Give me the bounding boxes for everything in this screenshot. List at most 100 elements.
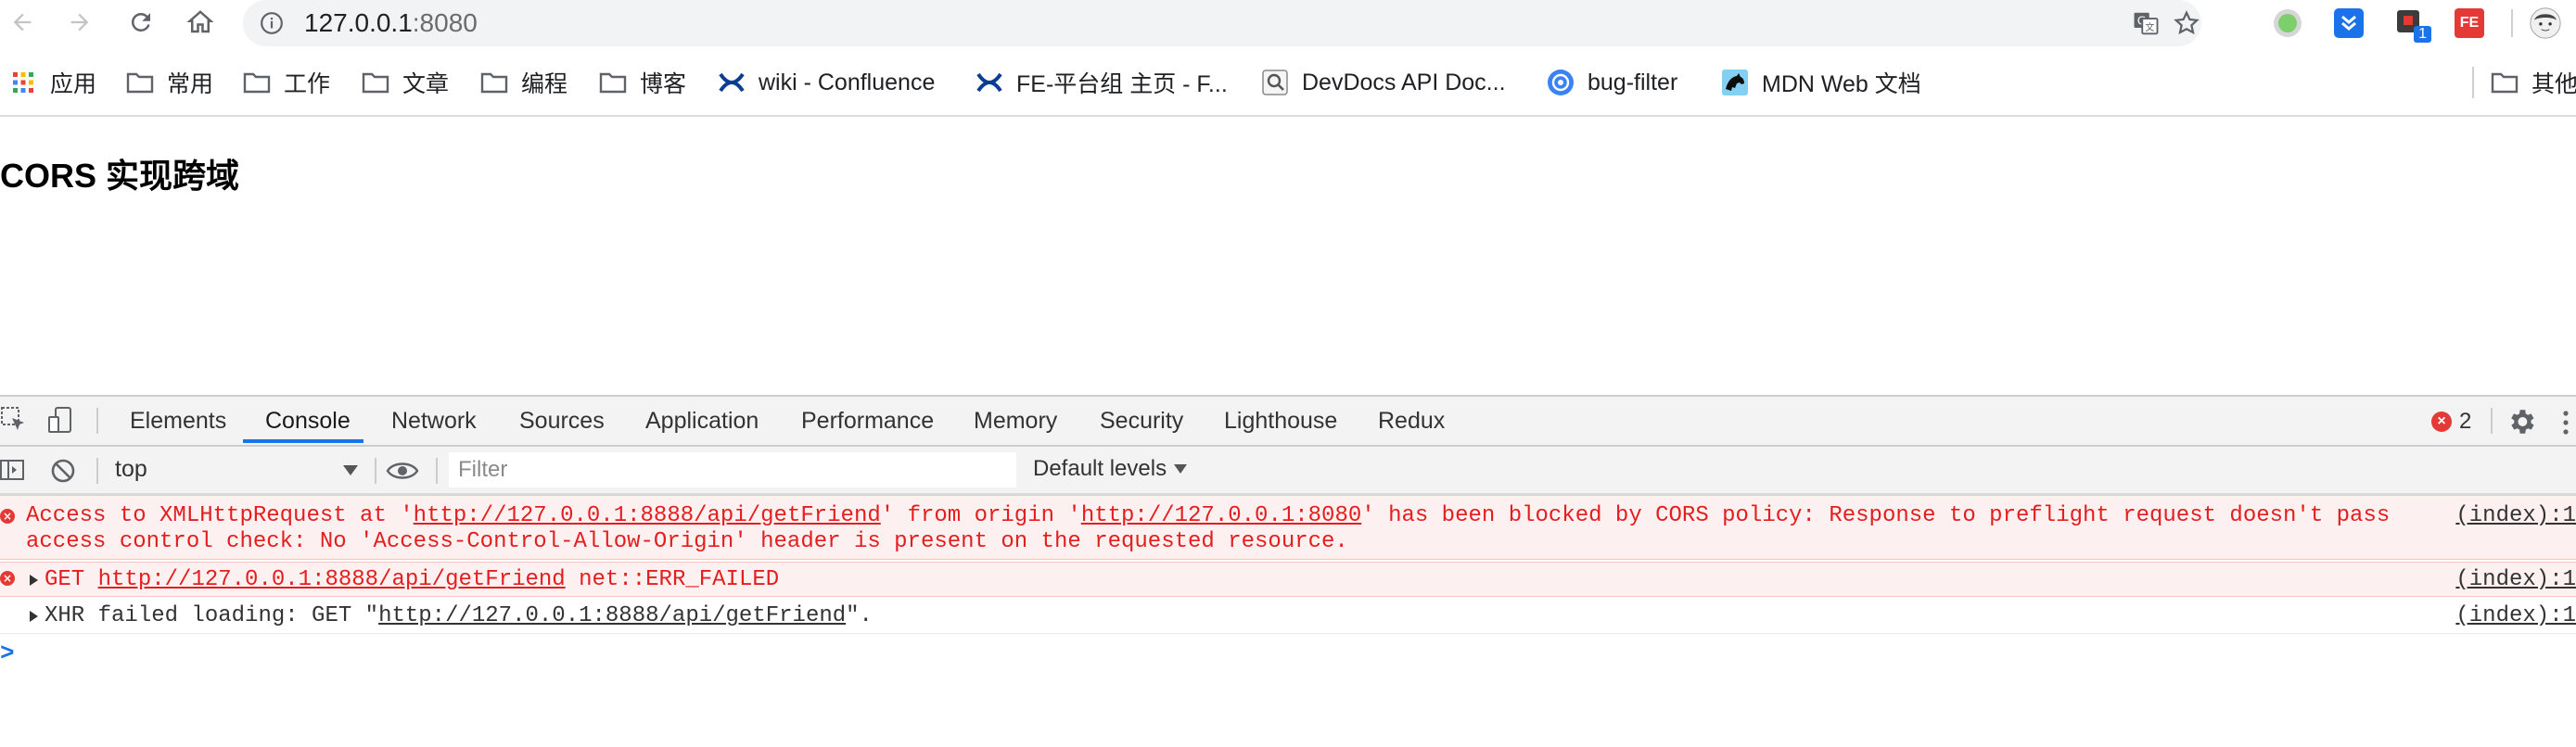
block-icon [51,459,75,483]
extension-blue-download[interactable] [2333,7,2365,39]
info-icon[interactable] [260,11,284,35]
request-url-link[interactable]: http://127.0.0.1:8888/api/getFriend [98,567,566,592]
http-method: GET [45,567,85,592]
error-line: GET http://127.0.0.1:8888/api/getFriend … [45,567,779,593]
tab-redux[interactable]: Redux [1378,397,1445,445]
tab-bar-separator [96,408,98,434]
inspect-icon [1,407,24,430]
devtools-tab-bar: Elements Console Network Sources Applica… [0,397,2576,447]
device-toolbar-button[interactable] [46,406,76,436]
source-link[interactable]: (index):1 [2455,603,2576,628]
confluence-icon [976,69,1003,96]
source-link[interactable]: (index):1 [2455,503,2576,528]
error-counter[interactable]: × 2 [2431,408,2471,436]
console-error-message[interactable]: × GET http://127.0.0.1:8888/api/getFrien… [0,562,2576,597]
clear-console-button[interactable] [50,458,76,484]
console-log-message[interactable]: XHR failed loading: GET "http://127.0.0.… [0,599,2576,634]
reload-icon [131,12,150,32]
bookmark-folder-articles[interactable]: 文章 [362,67,449,98]
profile-avatar[interactable] [2530,7,2561,39]
tab-application[interactable]: Application [645,397,759,445]
error-icon: × [2431,411,2452,432]
apps-grid-icon [9,69,37,96]
kebab-menu-icon [2563,411,2569,435]
forward-button[interactable] [61,4,98,41]
settings-button[interactable] [2506,406,2537,437]
extension-green-dot[interactable] [2272,7,2303,39]
folder-icon [480,69,508,96]
tab-console[interactable]: Console [265,397,351,445]
url-text[interactable]: 127.0.0.1:8080 [304,9,478,37]
bookmark-folder-work[interactable]: 工作 [243,67,330,98]
translate-button[interactable]: G文 [2131,8,2161,38]
origin-url-link[interactable]: http://127.0.0.1:8080 [1081,503,1361,528]
bookmarks-divider [0,115,2576,117]
bookmark-folder-programming[interactable]: 编程 [480,67,567,98]
tab-memory[interactable]: Memory [974,397,1057,445]
confluence-icon [718,69,746,96]
extension-badge-count: 1 [2414,26,2431,43]
sidebar-toggle-icon [0,460,24,480]
address-bar[interactable]: 127.0.0.1:8080 G文 [243,0,2201,46]
page-heading: CORS 实现跨域 [0,157,240,195]
extension-fe[interactable]: FE [2454,7,2485,39]
folder-icon [599,69,627,96]
tab-performance[interactable]: Performance [801,397,934,445]
more-options-button[interactable] [2561,408,2570,437]
tab-sources[interactable]: Sources [519,397,605,445]
expand-triangle-icon[interactable] [30,611,38,622]
show-sidebar-button[interactable] [0,458,26,484]
tab-security[interactable]: Security [1100,397,1183,445]
context-selector[interactable]: top [109,447,362,493]
live-expression-button[interactable] [386,458,423,484]
bookmark-wiki-confluence[interactable]: wiki - Confluence [718,67,935,98]
console-prompt[interactable]: > [0,639,15,667]
home-icon [186,10,214,33]
arrow-left-icon [13,13,32,32]
bookmarks-separator [2472,67,2474,98]
star-icon [2174,10,2200,35]
bookmark-apps[interactable]: 应用 [9,67,96,98]
bookmark-folder-common[interactable]: 常用 [126,67,213,98]
error-count-label: 2 [2459,409,2472,434]
translate-icon: G文 [2134,12,2159,35]
home-button[interactable] [182,4,219,41]
reload-button[interactable] [122,4,159,41]
error-line-1: Access to XMLHttpRequest at 'http://127.… [26,503,2390,529]
bookmark-label: FE-平台组 主页 - F... [1016,71,1228,97]
bookmark-label: wiki - Confluence [759,69,936,95]
bookmark-folder-blog[interactable]: 博客 [599,67,686,98]
log-line: XHR failed loading: GET "http://127.0.0.… [45,603,873,629]
bookmark-devdocs[interactable]: DevDocs API Doc... [1261,67,1506,98]
context-value: top [115,456,147,482]
request-url-link[interactable]: http://127.0.0.1:8888/api/getFriend [414,503,881,528]
bug-filter-icon [1547,69,1575,96]
tab-elements[interactable]: Elements [130,397,226,445]
chevron-down-icon [1174,464,1188,474]
bookmark-star-button[interactable] [2172,8,2201,38]
devdocs-icon [1261,69,1289,96]
extension-red-badge[interactable]: 1 [2394,7,2431,43]
request-url-link[interactable]: http://127.0.0.1:8888/api/getFriend [378,603,846,628]
log-levels-dropdown[interactable]: Default levels [1033,456,1188,482]
gear-icon [2511,410,2534,434]
inspect-element-button[interactable] [0,406,30,436]
console-error-message[interactable]: × Access to XMLHttpRequest at 'http://12… [0,495,2576,560]
back-button[interactable] [4,4,41,41]
bookmark-mdn[interactable]: MDN Web 文档 [1721,67,1921,98]
tab-lighthouse[interactable]: Lighthouse [1224,397,1337,445]
arrow-right-icon [70,13,89,32]
bookmark-other[interactable]: 其他 [2491,67,2576,98]
expand-triangle-icon[interactable] [30,575,38,586]
bookmark-bug-filter[interactable]: bug-filter [1547,67,1677,98]
bookmark-fe-platform[interactable]: FE-平台组 主页 - F... [976,67,1228,98]
error-line-2: access control check: No 'Access-Control… [26,529,1348,554]
bookmark-label: 应用 [50,71,97,97]
message-text: XHR failed loading: GET " [45,603,379,628]
bookmark-label: MDN Web 文档 [1762,71,1921,97]
green-circle-icon [2274,9,2302,37]
source-link[interactable]: (index):1 [2455,567,2576,592]
console-filter-input[interactable] [449,452,1016,487]
mdn-icon [1721,69,1749,96]
tab-network[interactable]: Network [391,397,477,445]
